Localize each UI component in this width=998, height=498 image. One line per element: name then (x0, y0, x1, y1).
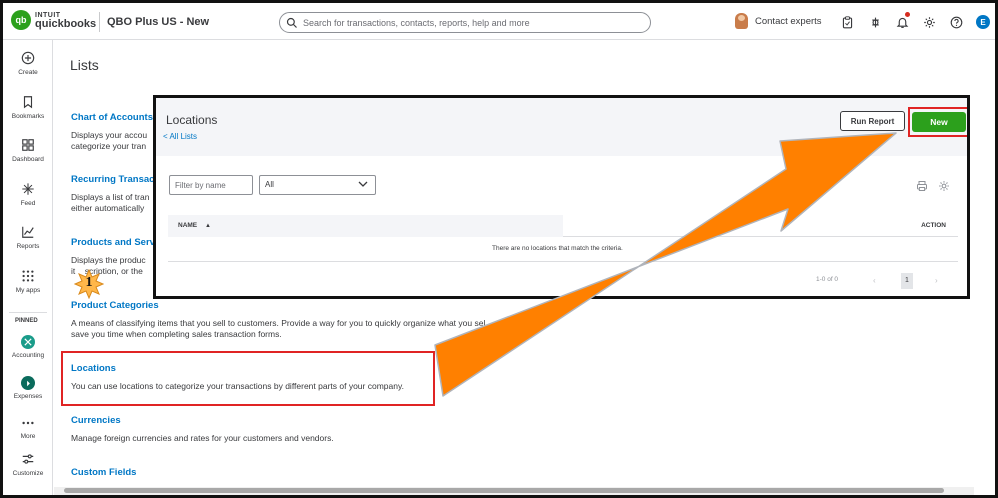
locations-header: Locations < All Lists Run Report New (156, 98, 967, 156)
dashboard-icon (20, 137, 36, 153)
clipboard-icon[interactable] (840, 15, 854, 29)
accounting-icon (21, 335, 35, 349)
nav-divider (9, 312, 47, 313)
empty-table-message: There are no locations that match the cr… (492, 245, 623, 252)
current-page[interactable]: 1 (901, 273, 913, 289)
notification-badge (905, 12, 910, 17)
top-bar: qb INTUIT quickbooks QBO Plus US - New C… (3, 3, 995, 40)
page-title: Lists (70, 57, 99, 73)
sparkle-icon (20, 181, 36, 197)
search-icon (286, 17, 297, 28)
header-divider (99, 12, 100, 32)
list-custom-fields: Custom Fields (71, 467, 511, 478)
plus-circle-icon (20, 50, 36, 66)
quickbooks-logo[interactable]: qb INTUIT quickbooks (11, 10, 96, 30)
prev-page-icon[interactable]: ‹ (873, 276, 876, 285)
nav-my-apps[interactable]: My apps (3, 268, 53, 294)
locations-title: Locations (166, 113, 218, 127)
nav-create[interactable]: Create (3, 50, 53, 76)
expert-avatar (735, 13, 748, 29)
nav-label: Bookmarks (11, 113, 45, 120)
pagination-summary: 1-0 of 0 (816, 276, 839, 283)
screenshot-frame: qb INTUIT quickbooks QBO Plus US - New C… (0, 0, 998, 498)
status-select-value: All (265, 180, 274, 189)
nav-label: Dashboard (12, 156, 44, 163)
locations-table-header: NAME ▲ ACTION (168, 215, 958, 237)
pinned-label: PINNED (15, 318, 38, 324)
nav-feed[interactable]: Feed (3, 181, 53, 207)
nav-label: Accounting (11, 352, 45, 359)
all-lists-link[interactable]: < All Lists (163, 132, 197, 141)
user-avatar[interactable]: E (976, 15, 990, 29)
run-report-button[interactable]: Run Report (840, 111, 905, 131)
sort-asc-icon: ▲ (204, 223, 211, 229)
horizontal-scrollbar[interactable] (54, 487, 974, 495)
print-icon[interactable] (916, 180, 928, 192)
search-input[interactable] (303, 17, 633, 28)
nav-label: My apps (15, 287, 41, 294)
nav-reports[interactable]: Reports (3, 224, 53, 250)
scroll-thumb[interactable] (64, 488, 944, 493)
nav-more[interactable]: More (3, 416, 53, 440)
nav-label: Create (18, 69, 38, 76)
settings-gear-icon[interactable] (938, 180, 950, 192)
chevron-down-icon (358, 181, 368, 187)
sliders-icon (20, 451, 36, 467)
new-button-highlight-box (908, 107, 967, 137)
step-number-badge: 1 (73, 268, 105, 300)
gear-icon[interactable] (922, 15, 936, 29)
nav-expenses[interactable]: Expenses (3, 376, 53, 400)
more-dots-icon (20, 416, 36, 430)
expenses-icon (21, 376, 35, 390)
left-navigation: Create Bookmarks Dashboard Feed Reports … (3, 40, 53, 495)
locations-highlight-box (61, 351, 435, 406)
nav-label: Customize (12, 470, 44, 477)
nav-dashboard[interactable]: Dashboard (3, 137, 53, 163)
nav-label: Expenses (13, 393, 43, 400)
global-search[interactable] (279, 12, 651, 33)
list-link[interactable]: Custom Fields (71, 467, 511, 478)
column-action-header: ACTION (921, 222, 946, 229)
list-link[interactable]: Currencies (71, 415, 511, 426)
next-page-icon[interactable]: › (935, 276, 938, 285)
company-name[interactable]: QBO Plus US - New (107, 16, 209, 28)
contact-experts-button[interactable]: Contact experts (735, 13, 822, 29)
bell-icon[interactable] (895, 15, 909, 29)
nav-label: Reports (16, 243, 40, 250)
contact-experts-label: Contact experts (755, 15, 822, 27)
bookmark-icon (20, 94, 36, 110)
list-link[interactable]: Product Categories (71, 300, 511, 311)
nav-customize[interactable]: Customize (3, 451, 53, 477)
status-select[interactable]: All (259, 175, 376, 195)
list-product-categories: Product Categories A means of classifyin… (71, 300, 511, 340)
nav-bookmarks[interactable]: Bookmarks (3, 94, 53, 120)
nav-label: More (20, 433, 36, 440)
logo-line2: quickbooks (35, 18, 97, 30)
step-number: 1 (85, 275, 93, 290)
nav-label: Feed (20, 200, 36, 207)
list-currencies: Currencies Manage foreign currencies and… (71, 415, 511, 444)
logo-mark: qb (11, 10, 31, 30)
nav-accounting[interactable]: Accounting (3, 335, 53, 359)
help-icon[interactable] (949, 15, 963, 29)
apps-icon[interactable] (868, 15, 882, 29)
locations-callout-panel: Locations < All Lists Run Report New All… (153, 95, 970, 299)
filter-by-name-input[interactable] (169, 175, 253, 195)
vertical-scrollbar[interactable] (979, 41, 993, 487)
table-divider (168, 261, 958, 262)
grid-dots-icon (20, 268, 36, 284)
chart-line-icon (20, 224, 36, 240)
column-name-header[interactable]: NAME ▲ (168, 215, 563, 237)
